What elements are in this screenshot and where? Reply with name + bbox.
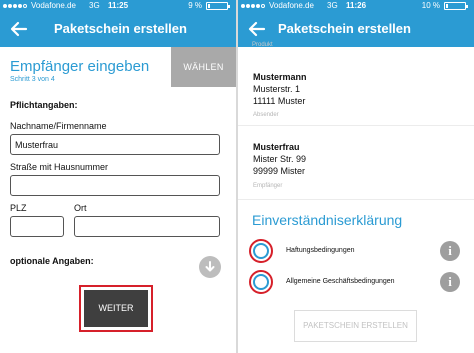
terms-label: Allgemeine Geschäftsbedingungen (286, 278, 395, 285)
clock: 11:25 (108, 1, 129, 10)
page-title: Paketschein erstellen (54, 21, 187, 36)
battery-icon (206, 2, 230, 10)
consent-heading: Einverständniserklärung (252, 212, 403, 228)
zip-field-label: PLZ (10, 203, 27, 213)
battery-icon (444, 2, 468, 10)
status-bar: Vodafone.de 3G 11:26 10 % (238, 0, 474, 12)
carrier-name: Vodafone.de (269, 1, 314, 10)
name-field-label: Nachname/Firmenname (10, 121, 107, 131)
sender-card[interactable]: Mustermann Musterstr. 1 11111 Muster Abs… (238, 48, 474, 126)
street-field-label: Straße mit Hausnummer (10, 162, 109, 172)
liability-label: Haftungsbedingungen (286, 247, 355, 254)
liability-checkbox[interactable] (253, 243, 269, 259)
sender-name: Mustermann (253, 72, 307, 82)
battery-percent: 10 % (421, 1, 440, 10)
city-field[interactable] (74, 216, 220, 237)
info-icon[interactable]: i (440, 241, 460, 261)
zip-field[interactable] (10, 216, 64, 237)
street-field[interactable] (10, 175, 220, 196)
recipient-city: 99999 Mister (253, 166, 306, 176)
screen-recipient-entry: Vodafone.de 3G 11:25 9 % Paketschein ers… (0, 0, 236, 353)
next-button[interactable]: WEITER (84, 290, 148, 327)
optional-fields-title: optionale Angaben: (10, 256, 94, 266)
back-arrow-icon[interactable] (248, 20, 266, 38)
arrow-down-icon (205, 261, 215, 272)
highlight-frame (249, 239, 273, 263)
network-type: 3G (89, 1, 100, 10)
required-fields-title: Pflichtangaben: (10, 100, 78, 110)
expand-optional-button[interactable] (199, 256, 221, 278)
sender-city: 11111 Muster (253, 96, 306, 106)
section-heading: Empfänger eingeben (10, 58, 150, 75)
step-indicator: Schritt 3 von 4 (10, 76, 55, 83)
recipient-card[interactable]: Musterfrau Mister Str. 99 99999 Mister E… (238, 126, 474, 200)
highlight-frame (249, 270, 273, 294)
recipient-name: Musterfrau (253, 142, 300, 152)
page-title: Paketschein erstellen (278, 21, 411, 36)
name-field[interactable] (10, 134, 220, 155)
recipient-caption: Empfänger (253, 183, 283, 189)
sender-caption: Absender (253, 112, 279, 118)
back-arrow-icon[interactable] (10, 20, 28, 38)
signal-dots-icon (3, 4, 31, 9)
app-bar: Paketschein erstellen (0, 12, 236, 47)
battery-percent: 9 % (188, 1, 202, 10)
carrier-name: Vodafone.de (31, 1, 76, 10)
city-field-label: Ort (74, 203, 87, 213)
status-bar: Vodafone.de 3G 11:25 9 % (0, 0, 236, 12)
create-label-button[interactable]: PAKETSCHEIN ERSTELLEN (294, 310, 417, 342)
app-bar: Paketschein erstellen (238, 12, 474, 47)
screen-summary: Vodafone.de 3G 11:26 10 % Paketschein er… (238, 0, 474, 353)
sender-street: Musterstr. 1 (253, 84, 301, 94)
terms-checkbox[interactable] (253, 274, 269, 290)
signal-dots-icon (241, 4, 269, 9)
clock: 11:26 (346, 1, 367, 10)
network-type: 3G (327, 1, 338, 10)
info-icon[interactable]: i (440, 272, 460, 292)
recipient-street: Mister Str. 99 (253, 154, 307, 164)
choose-contact-button[interactable]: WÄHLEN (171, 47, 236, 87)
